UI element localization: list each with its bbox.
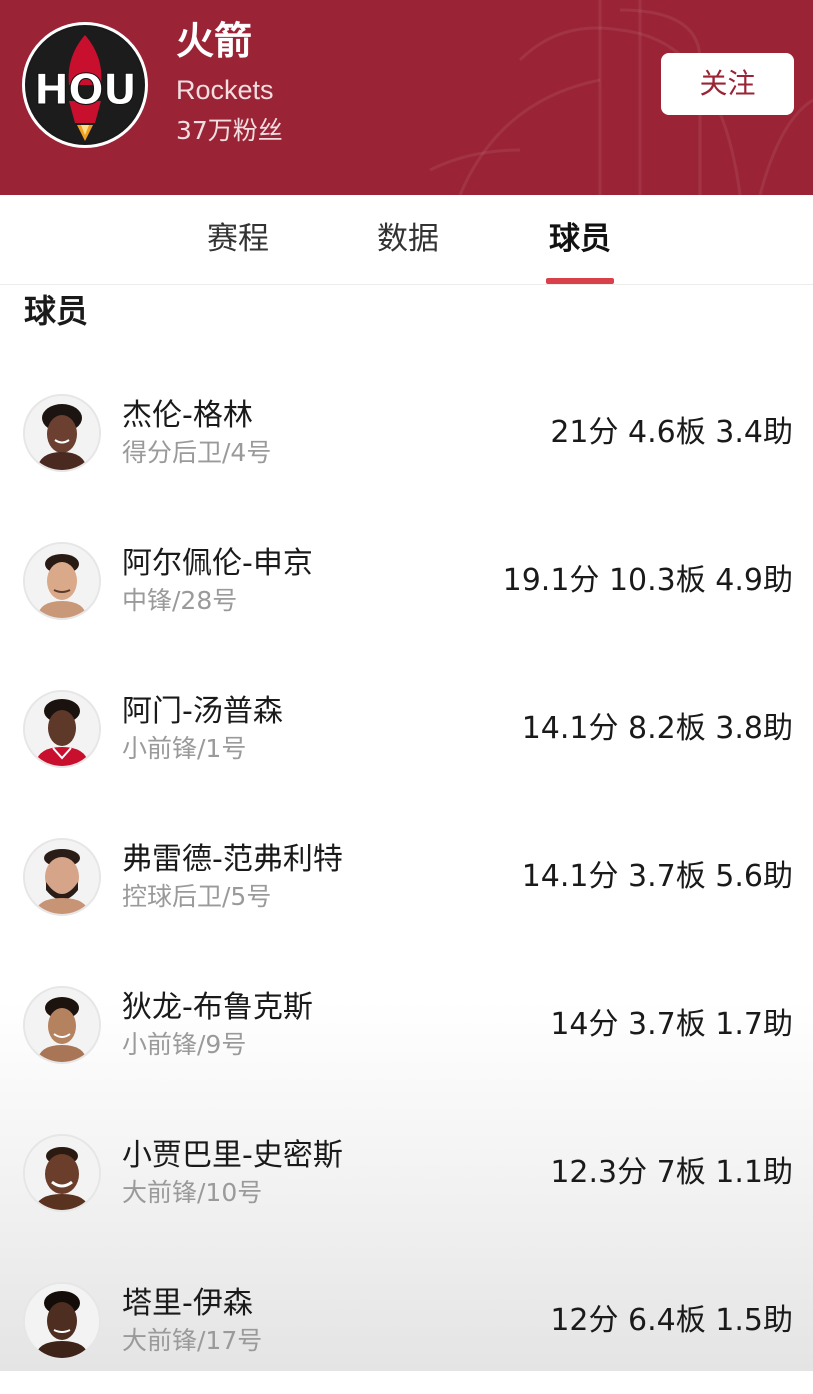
player-avatar: [23, 986, 101, 1064]
team-logo-text: HOU: [34, 65, 138, 115]
player-portrait-icon: [25, 544, 99, 618]
tab-schedule[interactable]: 赛程: [188, 195, 288, 284]
player-name: 狄龙-布鲁克斯: [122, 990, 313, 1025]
player-stats: 14分 3.7板 1.7助: [550, 1007, 793, 1042]
player-name: 阿尔佩伦-申京: [122, 546, 313, 581]
player-stats: 12分 6.4板 1.5助: [550, 1303, 793, 1338]
player-name: 阿门-汤普森: [122, 694, 283, 729]
player-position: 中锋/28号: [122, 586, 238, 615]
player-stats: 14.1分 3.7板 5.6助: [521, 859, 793, 894]
player-portrait-icon: [25, 1284, 99, 1358]
player-position: 控球后卫/5号: [122, 882, 272, 911]
player-position: 小前锋/1号: [122, 734, 247, 763]
player-stats: 14.1分 8.2板 3.8助: [521, 711, 793, 746]
player-avatar: [23, 838, 101, 916]
player-portrait-icon: [25, 692, 99, 766]
player-position: 大前锋/10号: [122, 1178, 263, 1207]
player-stats: 12.3分 7板 1.1助: [550, 1155, 793, 1190]
team-name-en: Rockets: [176, 75, 274, 105]
player-row[interactable]: 阿门-汤普森 小前锋/1号 14.1分 8.2板 3.8助: [0, 654, 813, 802]
tab-bar: 赛程 数据 球员: [0, 195, 813, 285]
follower-count: 37万粉丝: [176, 116, 283, 145]
active-tab-indicator: [546, 278, 614, 284]
player-row[interactable]: 塔里-伊森 大前锋/17号 12分 6.4板 1.5助: [0, 1246, 813, 1394]
player-stats: 21分 4.6板 3.4助: [550, 415, 793, 450]
player-row[interactable]: 狄龙-布鲁克斯 小前锋/9号 14分 3.7板 1.7助: [0, 950, 813, 1098]
tab-stats[interactable]: 数据: [358, 195, 458, 284]
player-position: 得分后卫/4号: [122, 438, 272, 467]
player-avatar: [23, 1282, 101, 1360]
player-avatar: [23, 394, 101, 472]
player-portrait-icon: [25, 396, 99, 470]
follow-button[interactable]: 关注: [661, 53, 794, 115]
team-logo: HOU: [22, 22, 148, 148]
section-title: 球员: [24, 292, 89, 330]
player-avatar: [23, 690, 101, 768]
player-name: 塔里-伊森: [122, 1286, 253, 1321]
player-name: 弗雷德-范弗利特: [122, 842, 343, 877]
player-position: 小前锋/9号: [122, 1030, 247, 1059]
player-avatar: [23, 542, 101, 620]
player-list: 杰伦-格林 得分后卫/4号 21分 4.6板 3.4助 阿尔佩伦-申京 中锋/2…: [0, 358, 813, 1394]
player-row[interactable]: 小贾巴里-史密斯 大前锋/10号 12.3分 7板 1.1助: [0, 1098, 813, 1246]
team-header: HOU 火箭 Rockets 37万粉丝 关注: [0, 0, 813, 195]
player-portrait-icon: [25, 1136, 99, 1210]
player-row[interactable]: 阿尔佩伦-申京 中锋/28号 19.1分 10.3板 4.9助: [0, 506, 813, 654]
player-row[interactable]: 杰伦-格林 得分后卫/4号 21分 4.6板 3.4助: [0, 358, 813, 506]
player-row[interactable]: 弗雷德-范弗利特 控球后卫/5号 14.1分 3.7板 5.6助: [0, 802, 813, 950]
team-name: 火箭: [176, 19, 253, 63]
player-name: 杰伦-格林: [122, 398, 253, 433]
player-portrait-icon: [25, 840, 99, 914]
tab-players[interactable]: 球员: [530, 195, 630, 284]
player-avatar: [23, 1134, 101, 1212]
player-position: 大前锋/17号: [122, 1326, 263, 1355]
player-stats: 19.1分 10.3板 4.9助: [502, 563, 793, 598]
player-portrait-icon: [25, 988, 99, 1062]
player-name: 小贾巴里-史密斯: [122, 1138, 343, 1173]
